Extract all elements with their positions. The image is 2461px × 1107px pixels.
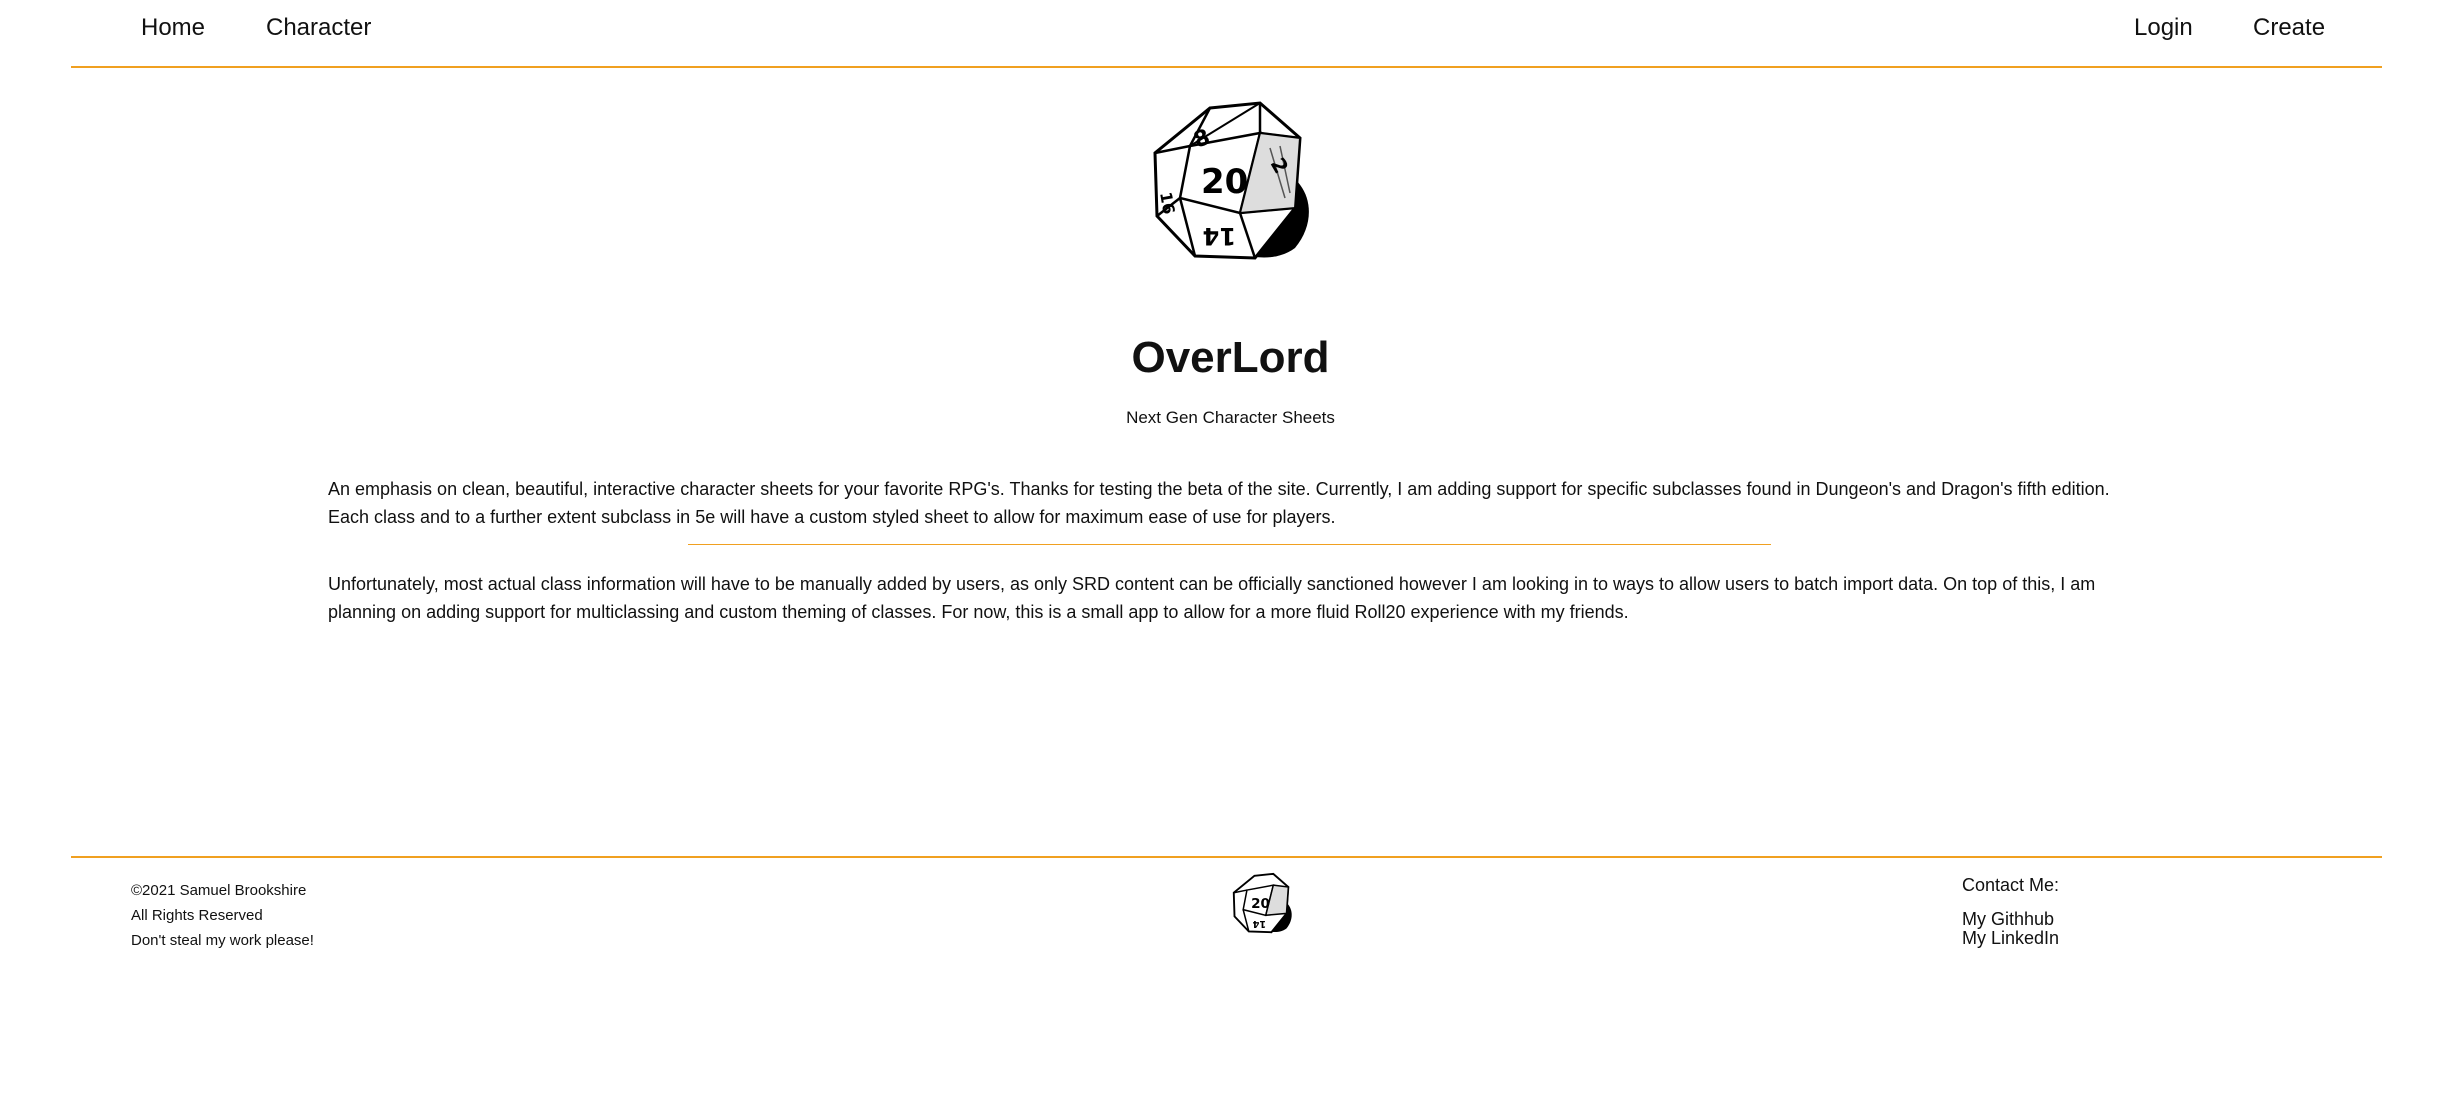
rights-text: All Rights Reserved [131,907,263,924]
intro-paragraph-2: Unfortunately, most actual class informa… [328,574,2096,622]
copyright-text: ©2021 Samuel Brookshire [131,882,307,899]
svg-text:20: 20 [1251,896,1270,912]
section-divider [688,544,1771,545]
d20-dice-icon: 20 8 2 14 16 [1135,98,1325,268]
page-footer: ©2021 Samuel Brookshire All Rights Reser… [71,856,2382,976]
footer-contact-block: Contact Me: My Githhub My LinkedIn [1962,875,2059,948]
note-text: Don't steal my work please! [131,932,314,949]
svg-text:16: 16 [1156,190,1179,215]
nav-login-link[interactable]: Login [2134,14,2193,42]
svg-text:14: 14 [1252,918,1266,929]
nav-create-link[interactable]: Create [2253,14,2325,42]
github-link[interactable]: My Githhub [1962,910,2059,929]
d20-dice-footer-icon: 20 14 [1226,872,1298,936]
footer-copyright-block: ©2021 Samuel Brookshire All Rights Reser… [131,878,314,953]
svg-text:20: 20 [1201,162,1248,202]
contact-title: Contact Me: [1962,875,2060,895]
nav-home-link[interactable]: Home [141,14,205,42]
nav-character-link[interactable]: Character [266,14,371,42]
page-subtitle: Next Gen Character Sheets [1126,408,1335,427]
svg-text:14: 14 [1203,222,1236,250]
top-navbar: Home Character Login Create [71,0,2382,68]
linkedin-link[interactable]: My LinkedIn [1962,929,2059,948]
intro-paragraph-1: An emphasis on clean, beautiful, interac… [328,479,2110,527]
page-title: OverLord [1131,333,1330,382]
